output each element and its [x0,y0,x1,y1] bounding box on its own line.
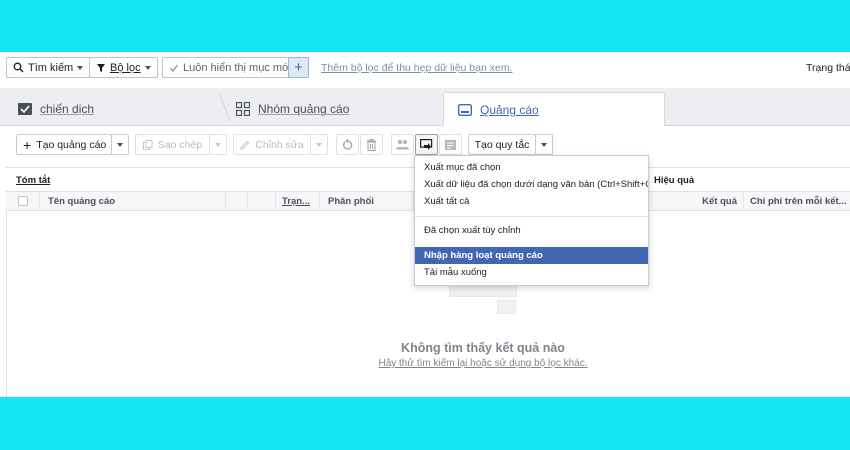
report-icon [445,139,456,150]
always-show-new-toggle[interactable]: Luôn hiển thị mục mới [162,57,299,78]
empty-state-subtitle[interactable]: Hãy thử tìm kiếm lại hoặc sử dụng bộ lọc… [0,358,850,369]
column-status[interactable]: Trạn... [276,192,320,211]
column-delivery[interactable]: Phân phối [320,192,414,211]
performance-label: Hiệu quả [654,175,695,186]
search-label: Tìm kiếm [28,61,74,74]
select-all-cell [6,192,40,211]
tab-ads[interactable]: Quảng cáo [443,92,665,127]
copy-dropdown[interactable] [209,134,227,155]
search-button[interactable]: Tìm kiếm [6,57,91,78]
trash-icon [366,138,377,151]
summary-label[interactable]: Tóm tắt [16,175,50,186]
ads-manager-window: Tìm kiếm Bộ lọc Luôn hiển thị mục mới + … [0,52,850,397]
menu-item-export-all[interactable]: Xuất tất cả [415,193,648,210]
export-menu: Xuất mục đã chọn Xuất dữ liệu đã chọn dư… [414,155,649,286]
grid-icon [236,102,250,116]
chevron-down-icon [77,65,84,70]
filter-hint-link[interactable]: Thêm bộ lọc để thu hẹp dữ liệu bạn xem. [321,62,512,74]
undo-icon [342,138,352,150]
column-toggle [226,192,248,211]
column-cost-per-result[interactable]: Chi phí trên mỗi kết... [744,192,850,211]
create-rule-label: Tạo quy tắc [474,138,530,151]
plus-icon: + [23,136,32,153]
column-spacer [248,192,276,211]
filter-bar: Tìm kiếm Bộ lọc Luôn hiển thị mục mới + … [0,52,850,85]
column-ad-name[interactable]: Tên quảng cáo [40,192,226,211]
chevron-down-icon [316,142,322,147]
menu-item-export-selected[interactable]: Xuất mục đã chọn [415,159,648,176]
status-label: Trạng thái: [806,62,850,74]
edit-dropdown[interactable] [310,134,328,155]
empty-illustration [497,300,516,314]
table-left-border [6,211,7,397]
checkbox-icon [18,103,32,115]
export-button[interactable] [415,134,438,155]
edit-label: Chỉnh sửa [255,138,304,151]
filter-icon [97,63,105,72]
add-filter-button[interactable]: + [288,57,309,78]
edit-button[interactable]: Chỉnh sửa [233,134,311,155]
empty-state-title: Không tìm thấy kết quả nào [401,341,565,355]
tab-ad-sets[interactable]: Nhóm quảng cáo [222,92,440,126]
create-rule-button[interactable]: Tạo quy tắc [468,134,536,155]
copy-label: Sao chép [157,138,203,151]
menu-spacer [415,239,648,247]
filter-label: Bộ lọc [110,61,141,74]
menu-item-download-template[interactable]: Tải mẫu xuống [415,264,648,281]
level-tabs: chiến dịch Nhóm quảng cáo Quảng cáo [0,88,850,127]
select-all-checkbox[interactable] [18,196,28,206]
copy-button[interactable]: Sao chép [135,134,210,155]
chevron-down-icon [541,142,547,147]
chevron-down-icon [117,142,123,147]
search-icon [13,62,24,73]
check-icon [170,64,179,72]
delete-button[interactable] [360,134,383,155]
menu-item-custom-export[interactable]: Đã chọn xuất tùy chỉnh [415,222,648,239]
filter-button[interactable]: Bộ lọc [89,57,158,78]
tab-campaigns[interactable]: chiến dịch [4,92,230,126]
undo-button[interactable] [336,134,359,155]
tab-label: Nhóm quảng cáo [258,102,350,116]
column-results[interactable]: Kết quả [648,192,744,211]
copy-icon [142,139,153,150]
menu-item-export-as-text[interactable]: Xuất dữ liệu đã chọn dưới dạng văn bản (… [415,176,648,193]
menu-divider [415,216,648,217]
tab-label: chiến dịch [40,102,95,116]
ab-test-button[interactable] [391,134,414,155]
chevron-down-icon [144,65,151,70]
tab-label: Quảng cáo [480,103,539,117]
export-icon [420,138,433,150]
pencil-icon [240,140,250,150]
always-show-label: Luôn hiển thị mục mới [183,61,292,74]
report-button[interactable] [439,134,462,155]
create-ad-label: Tạo quảng cáo [36,138,107,151]
create-rule-dropdown[interactable] [535,134,553,155]
ad-icon [458,104,472,116]
create-ad-button[interactable]: + Tạo quảng cáo [16,134,112,155]
menu-item-bulk-import[interactable]: Nhập hàng loạt quảng cáo [415,247,648,264]
chevron-down-icon [215,142,221,147]
users-icon [396,139,409,150]
create-ad-dropdown[interactable] [111,134,129,155]
